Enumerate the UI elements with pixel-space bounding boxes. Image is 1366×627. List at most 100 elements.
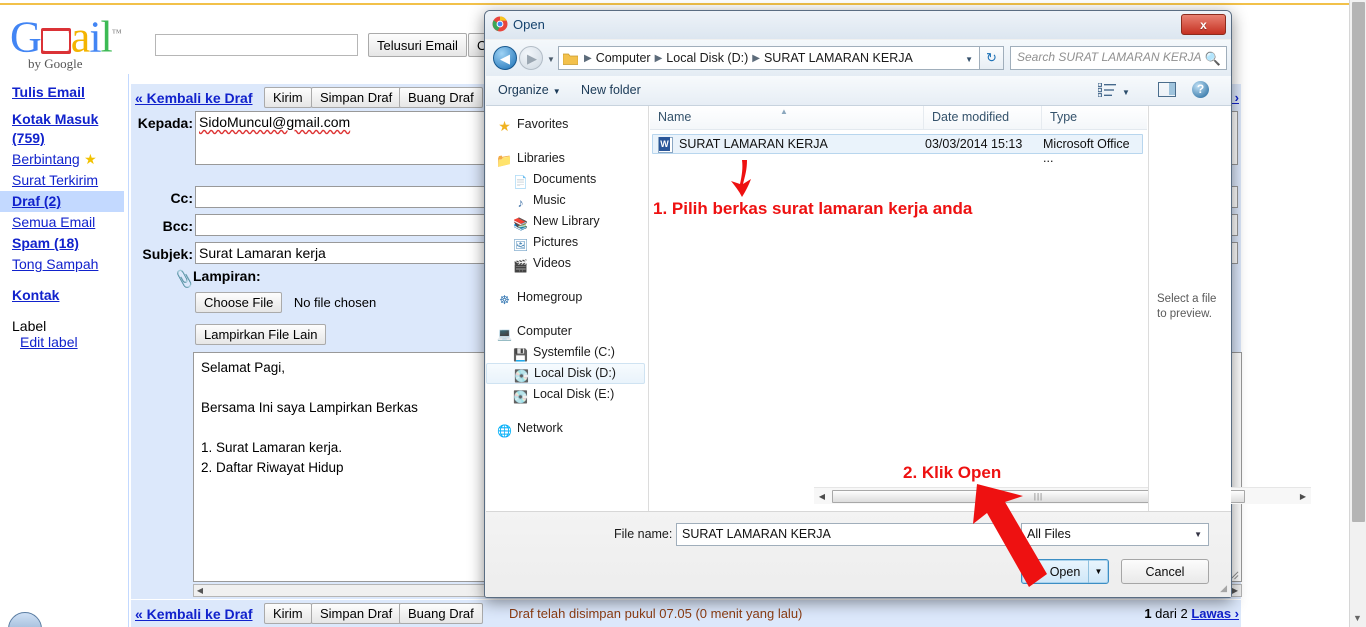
sidebar-item-kontak[interactable]: Kontak bbox=[6, 285, 126, 306]
tree-item-label: Computer bbox=[517, 324, 572, 338]
scroll-right-arrow-icon[interactable]: ▶ bbox=[1297, 490, 1309, 503]
cancel-button[interactable]: Cancel bbox=[1121, 559, 1209, 584]
tree-item-label: Videos bbox=[533, 256, 571, 270]
attach-other-file-button[interactable]: Lampirkan File Lain bbox=[195, 324, 327, 345]
discard-draft-button-bottom[interactable]: Buang Draf bbox=[399, 603, 483, 624]
sidebar-item-label[interactable]: Semua Email bbox=[12, 214, 95, 230]
sidebar-item-label[interactable]: Tong Sampah bbox=[12, 256, 98, 272]
sidebar-item-kotak-masuk[interactable]: Kotak Masuk (759) bbox=[6, 109, 126, 149]
open-button[interactable]: Open ▼ bbox=[1021, 559, 1109, 584]
back-to-draft-link-top[interactable]: « Kembali ke Draf bbox=[135, 90, 253, 106]
send-button-bottom[interactable]: Kirim bbox=[264, 603, 312, 624]
sidebar-item-label[interactable]: Kontak bbox=[12, 287, 59, 303]
dialog-search-input[interactable]: Search SURAT LAMARAN KERJA 🔍 bbox=[1010, 46, 1227, 70]
sidebar-nav: Tulis Email Kotak Masuk (759) Berbintang… bbox=[0, 82, 126, 350]
tree-item-local-disk-d[interactable]: 💽 Local Disk (D:) bbox=[486, 363, 645, 384]
file-type-filter-select[interactable]: All Files ▼ bbox=[1021, 523, 1209, 546]
address-breadcrumb-bar[interactable]: ▶ Computer ▶ Local Disk (D:) ▶ SURAT LAM… bbox=[558, 46, 980, 70]
sidebar-item-label[interactable]: Surat Terkirim bbox=[12, 172, 98, 188]
edit-label-text[interactable]: Edit label bbox=[20, 334, 78, 350]
tree-item-systemfile-c[interactable]: 💾 Systemfile (C:) bbox=[486, 342, 648, 363]
logo-letter-g: G bbox=[10, 12, 42, 62]
sidebar-item-spam[interactable]: Spam (18) bbox=[6, 233, 126, 254]
save-draft-button-bottom[interactable]: Simpan Draf bbox=[311, 603, 402, 624]
scroll-left-arrow-icon[interactable]: ◀ bbox=[816, 490, 828, 503]
discard-draft-button-top[interactable]: Buang Draf bbox=[399, 87, 483, 108]
preview-placeholder-text: Select a file to preview. bbox=[1157, 293, 1217, 320]
tree-item-network[interactable]: 🌐 Network bbox=[486, 418, 648, 439]
tree-item-label: Local Disk (D:) bbox=[534, 366, 616, 380]
scroll-down-arrow-icon[interactable]: ▼ bbox=[1353, 613, 1362, 623]
star-icon: ★ bbox=[84, 151, 97, 167]
tree-item-pictures[interactable]: 🖼 Pictures bbox=[486, 232, 648, 253]
file-list-horizontal-scrollbar[interactable]: ◀ ||| ▶ bbox=[814, 487, 1311, 504]
save-draft-button-top[interactable]: Simpan Draf bbox=[311, 87, 402, 108]
tree-item-documents[interactable]: 📄 Documents bbox=[486, 169, 648, 190]
view-mode-icon[interactable] bbox=[1098, 83, 1116, 97]
file-name-input[interactable]: SURAT LAMARAN KERJA bbox=[676, 523, 1014, 546]
sidebar-divider bbox=[128, 74, 129, 627]
breadcrumb-local-disk[interactable]: Local Disk (D:) bbox=[665, 51, 749, 65]
tree-item-videos[interactable]: 🎬 Videos bbox=[486, 253, 648, 274]
forward-button[interactable]: ▶ bbox=[519, 46, 543, 70]
sidebar-item-label[interactable]: Draf (2) bbox=[12, 193, 61, 209]
breadcrumb-computer[interactable]: Computer bbox=[595, 51, 652, 65]
sidebar-item-label[interactable]: Spam (18) bbox=[12, 235, 79, 251]
file-date-cell: 03/03/2014 15:13 bbox=[925, 137, 1023, 151]
chat-avatar-bubble[interactable] bbox=[8, 612, 42, 627]
sidebar-item-semua-email[interactable]: Semua Email bbox=[6, 212, 126, 233]
open-dropdown-icon[interactable]: ▼ bbox=[1088, 560, 1108, 583]
scroll-left-arrow-icon[interactable]: ◀ bbox=[194, 585, 206, 596]
view-mode-dropdown-icon[interactable]: ▼ bbox=[1122, 88, 1130, 97]
sidebar-item-label[interactable]: Tulis Email bbox=[12, 84, 85, 100]
pager-older-link[interactable]: Lawas › bbox=[1191, 606, 1239, 621]
organize-menu-button[interactable]: Organize ▼ bbox=[498, 83, 561, 97]
refresh-button[interactable]: ↻ bbox=[980, 46, 1004, 70]
tree-item-local-disk-e[interactable]: 💽 Local Disk (E:) bbox=[486, 384, 648, 405]
tree-item-computer[interactable]: 💻 Computer bbox=[486, 321, 648, 342]
sidebar-item-tong-sampah[interactable]: Tong Sampah bbox=[6, 254, 126, 275]
tree-item-music[interactable]: ♪ Music bbox=[486, 190, 648, 211]
sidebar-item-label[interactable]: Berbintang bbox=[12, 151, 80, 167]
history-dropdown-icon[interactable]: ▼ bbox=[547, 55, 555, 64]
sidebar-item-label[interactable]: Kotak Masuk (759) bbox=[12, 111, 98, 146]
search-input[interactable] bbox=[155, 34, 358, 56]
back-button[interactable]: ◀ bbox=[493, 46, 517, 70]
dialog-title-bar: Open x bbox=[485, 11, 1231, 39]
breadcrumb-folder[interactable]: SURAT LAMARAN KERJA bbox=[763, 51, 914, 65]
column-header-date-modified[interactable]: Date modified bbox=[924, 106, 1042, 129]
column-header-type[interactable]: Type bbox=[1042, 106, 1147, 129]
compose-toolbar-bottom: « Kembali ke Draf Kirim Simpan Draf Buan… bbox=[131, 600, 1241, 627]
tree-item-homegroup[interactable]: ☸ Homegroup bbox=[486, 287, 648, 308]
tree-item-favorites[interactable]: ★ Favorites bbox=[486, 114, 648, 135]
file-type-filter-value: All Files bbox=[1027, 527, 1071, 541]
tree-item-label: Systemfile (C:) bbox=[533, 345, 615, 359]
help-icon[interactable]: ? bbox=[1192, 81, 1209, 98]
file-list-row[interactable]: SURAT LAMARAN KERJA 03/03/2014 15:13 Mic… bbox=[652, 134, 1143, 165]
address-dropdown-icon[interactable]: ▼ bbox=[965, 55, 973, 64]
preview-pane-toggle-icon[interactable] bbox=[1158, 82, 1176, 97]
page-scrollbar-thumb[interactable] bbox=[1352, 2, 1365, 522]
send-button-top[interactable]: Kirim bbox=[264, 87, 312, 108]
tree-item-new-library[interactable]: 📚 New Library bbox=[486, 211, 648, 232]
back-to-draft-link-bottom[interactable]: « Kembali ke Draf bbox=[135, 606, 253, 622]
search-email-button[interactable]: Telusuri Email bbox=[368, 33, 467, 57]
sidebar-item-draf[interactable]: Draf (2) bbox=[0, 191, 124, 212]
close-icon[interactable]: x bbox=[1181, 14, 1226, 35]
sidebar-item-surat-terkirim[interactable]: Surat Terkirim bbox=[6, 170, 126, 191]
chrome-icon bbox=[492, 16, 508, 32]
page-scrollbar[interactable]: ▼ bbox=[1349, 0, 1366, 627]
tree-item-libraries[interactable]: 📁 Libraries bbox=[486, 148, 648, 169]
tree-item-label: Homegroup bbox=[517, 290, 583, 304]
tree-item-label: New Library bbox=[533, 214, 600, 228]
sidebar-item-tulis-email[interactable]: Tulis Email bbox=[6, 82, 126, 103]
search-icon: 🔍 bbox=[1204, 51, 1221, 66]
dialog-resize-grip-icon[interactable]: ◢ bbox=[1220, 583, 1227, 594]
preview-pane: Select a file to preview. bbox=[1148, 106, 1231, 511]
sidebar-item-berbintang[interactable]: Berbintang ★ bbox=[6, 149, 126, 170]
back-arrow-icon: ◀ bbox=[500, 51, 510, 66]
new-folder-button[interactable]: New folder bbox=[581, 83, 641, 97]
libraries-icon: 📁 bbox=[496, 153, 513, 168]
choose-file-button[interactable]: Choose File bbox=[195, 292, 283, 313]
edit-label-link[interactable]: Edit label bbox=[6, 334, 126, 350]
